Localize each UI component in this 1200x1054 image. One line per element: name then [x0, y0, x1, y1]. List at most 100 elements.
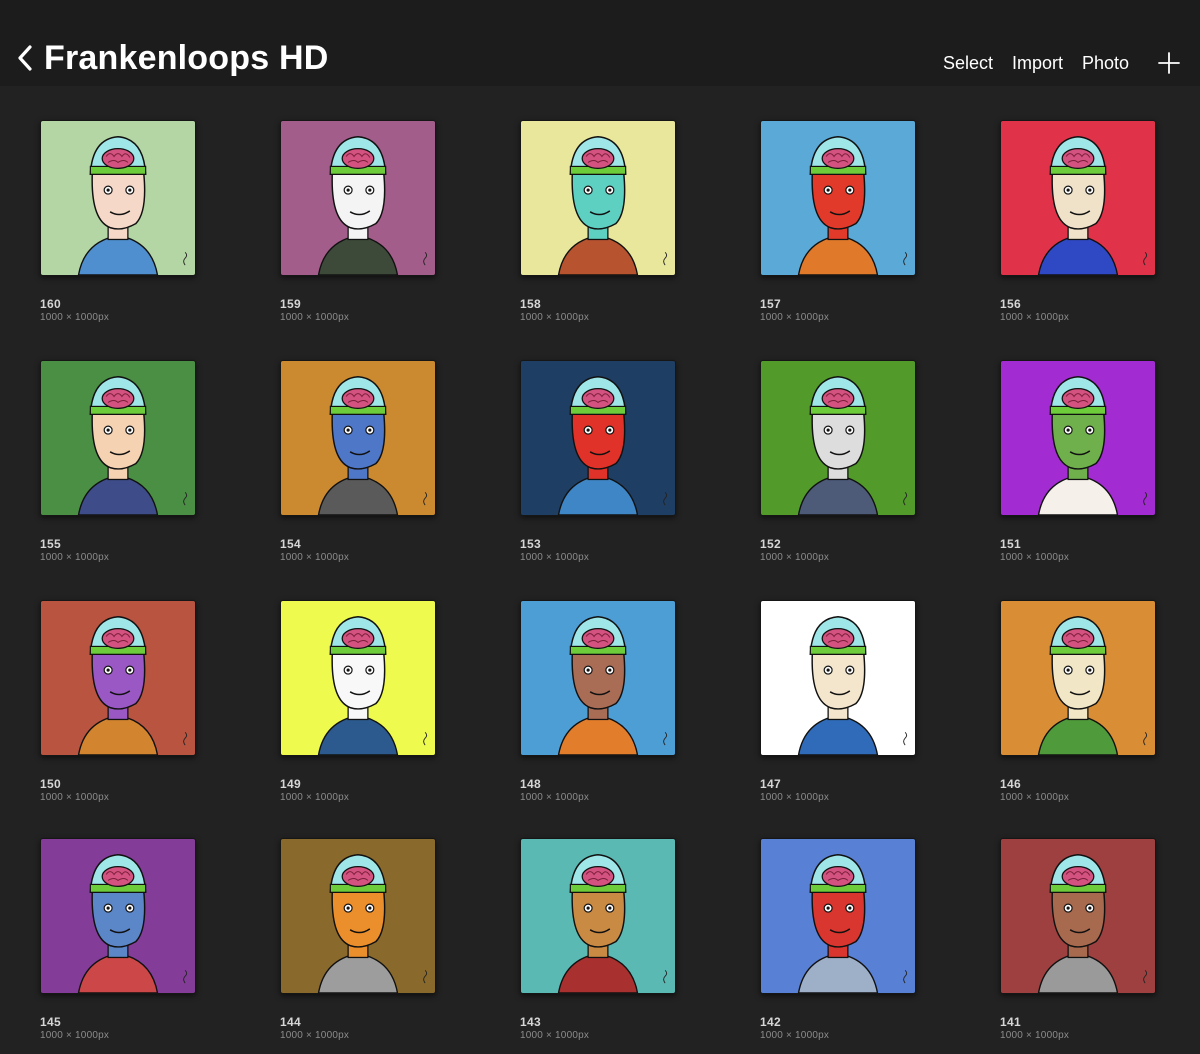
- character-portrait-image: [761, 601, 915, 755]
- artwork-thumbnail[interactable]: [760, 360, 916, 516]
- artwork-thumbnail[interactable]: [40, 838, 196, 994]
- artwork-name: 141: [1000, 1015, 1021, 1029]
- character-portrait-image: [41, 361, 195, 515]
- import-button[interactable]: Import: [1012, 50, 1063, 76]
- artwork-card[interactable]: 160 1000 × 1000px: [40, 120, 196, 324]
- artwork-name: 148: [520, 777, 541, 791]
- artwork-dimensions: 1000 × 1000px: [760, 1030, 830, 1041]
- character-portrait-image: [761, 121, 915, 275]
- artwork-card[interactable]: 148 1000 × 1000px: [520, 600, 676, 804]
- artwork-name: 152: [760, 537, 781, 551]
- artwork-dimensions: 1000 × 1000px: [280, 792, 350, 803]
- photo-button[interactable]: Photo: [1082, 50, 1129, 76]
- character-portrait-image: [521, 839, 675, 993]
- artwork-thumbnail[interactable]: [280, 838, 436, 994]
- artwork-dimensions: 1000 × 1000px: [520, 1030, 590, 1041]
- artwork-name: 160: [40, 297, 61, 311]
- artwork-thumbnail[interactable]: [520, 838, 676, 994]
- artwork-name: 146: [1000, 777, 1021, 791]
- artwork-dimensions: 1000 × 1000px: [40, 792, 110, 803]
- artwork-thumbnail[interactable]: [280, 600, 436, 756]
- artwork-name: 150: [40, 777, 61, 791]
- artwork-card[interactable]: 144 1000 × 1000px: [280, 838, 436, 1042]
- artwork-dimensions: 1000 × 1000px: [40, 552, 110, 563]
- plus-icon[interactable]: [1157, 51, 1181, 75]
- artwork-card[interactable]: 156 1000 × 1000px: [1000, 120, 1156, 324]
- artwork-dimensions: 1000 × 1000px: [520, 312, 590, 323]
- artwork-card[interactable]: 151 1000 × 1000px: [1000, 360, 1156, 564]
- artwork-grid: 160 1000 × 1000px 159 1000 × 1000px 158 1000 …: [0, 86, 1200, 1054]
- artwork-card[interactable]: 147 1000 × 1000px: [760, 600, 916, 804]
- artwork-name: 149: [280, 777, 301, 791]
- artwork-name: 147: [760, 777, 781, 791]
- artwork-card[interactable]: 152 1000 × 1000px: [760, 360, 916, 564]
- character-portrait-image: [1001, 361, 1155, 515]
- artwork-thumbnail[interactable]: [520, 600, 676, 756]
- artwork-card[interactable]: 145 1000 × 1000px: [40, 838, 196, 1042]
- artwork-dimensions: 1000 × 1000px: [520, 792, 590, 803]
- artwork-card[interactable]: 154 1000 × 1000px: [280, 360, 436, 564]
- artwork-dimensions: 1000 × 1000px: [1000, 552, 1070, 563]
- character-portrait-image: [281, 601, 435, 755]
- artwork-thumbnail[interactable]: [760, 120, 916, 276]
- artwork-name: 154: [280, 537, 301, 551]
- artwork-thumbnail[interactable]: [760, 600, 916, 756]
- artwork-dimensions: 1000 × 1000px: [1000, 792, 1070, 803]
- artwork-thumbnail[interactable]: [520, 120, 676, 276]
- artwork-card[interactable]: 143 1000 × 1000px: [520, 838, 676, 1042]
- character-portrait-image: [1001, 839, 1155, 993]
- character-portrait-image: [1001, 121, 1155, 275]
- artwork-thumbnail[interactable]: [760, 838, 916, 994]
- artwork-name: 155: [40, 537, 61, 551]
- artwork-dimensions: 1000 × 1000px: [1000, 312, 1070, 323]
- navigation-bar: Frankenloops HD Select Import Photo: [0, 0, 1200, 86]
- artwork-card[interactable]: 158 1000 × 1000px: [520, 120, 676, 324]
- artwork-thumbnail[interactable]: [1000, 600, 1156, 756]
- artwork-thumbnail[interactable]: [40, 360, 196, 516]
- artwork-card[interactable]: 153 1000 × 1000px: [520, 360, 676, 564]
- select-button[interactable]: Select: [943, 50, 993, 76]
- character-portrait-image: [521, 601, 675, 755]
- chevron-left-icon[interactable]: [14, 44, 38, 72]
- artwork-thumbnail[interactable]: [40, 120, 196, 276]
- artwork-dimensions: 1000 × 1000px: [40, 312, 110, 323]
- artwork-card[interactable]: 157 1000 × 1000px: [760, 120, 916, 324]
- artwork-thumbnail[interactable]: [280, 120, 436, 276]
- artwork-dimensions: 1000 × 1000px: [1000, 1030, 1070, 1041]
- artwork-card[interactable]: 150 1000 × 1000px: [40, 600, 196, 804]
- character-portrait-image: [41, 839, 195, 993]
- artwork-name: 158: [520, 297, 541, 311]
- artwork-dimensions: 1000 × 1000px: [280, 552, 350, 563]
- artwork-name: 151: [1000, 537, 1021, 551]
- artwork-thumbnail[interactable]: [280, 360, 436, 516]
- artwork-name: 143: [520, 1015, 541, 1029]
- character-portrait-image: [41, 601, 195, 755]
- artwork-card[interactable]: 146 1000 × 1000px: [1000, 600, 1156, 804]
- artwork-name: 142: [760, 1015, 781, 1029]
- artwork-name: 145: [40, 1015, 61, 1029]
- character-portrait-image: [521, 361, 675, 515]
- artwork-thumbnail[interactable]: [1000, 838, 1156, 994]
- artwork-thumbnail[interactable]: [520, 360, 676, 516]
- character-portrait-image: [281, 839, 435, 993]
- character-portrait-image: [41, 121, 195, 275]
- gallery-title[interactable]: Frankenloops HD: [44, 37, 328, 79]
- artwork-card[interactable]: 141 1000 × 1000px: [1000, 838, 1156, 1042]
- artwork-dimensions: 1000 × 1000px: [760, 552, 830, 563]
- artwork-card[interactable]: 149 1000 × 1000px: [280, 600, 436, 804]
- artwork-dimensions: 1000 × 1000px: [760, 792, 830, 803]
- artwork-dimensions: 1000 × 1000px: [280, 1030, 350, 1041]
- artwork-name: 156: [1000, 297, 1021, 311]
- artwork-card[interactable]: 159 1000 × 1000px: [280, 120, 436, 324]
- artwork-dimensions: 1000 × 1000px: [40, 1030, 110, 1041]
- artwork-thumbnail[interactable]: [1000, 360, 1156, 516]
- artwork-name: 159: [280, 297, 301, 311]
- artwork-dimensions: 1000 × 1000px: [520, 552, 590, 563]
- character-portrait-image: [521, 121, 675, 275]
- artwork-dimensions: 1000 × 1000px: [760, 312, 830, 323]
- artwork-card[interactable]: 155 1000 × 1000px: [40, 360, 196, 564]
- character-portrait-image: [1001, 601, 1155, 755]
- artwork-thumbnail[interactable]: [1000, 120, 1156, 276]
- artwork-card[interactable]: 142 1000 × 1000px: [760, 838, 916, 1042]
- artwork-thumbnail[interactable]: [40, 600, 196, 756]
